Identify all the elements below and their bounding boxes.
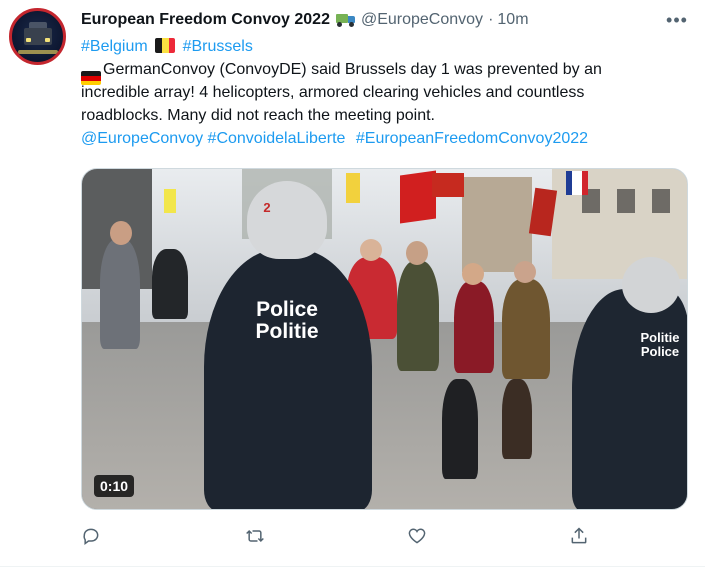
helmet-number: 2 <box>263 200 271 215</box>
police-vest-text-right: Politie Police <box>630 330 687 359</box>
separator-dot: · <box>488 11 494 28</box>
politie-label: Politie <box>255 320 319 344</box>
hashtag-brussels[interactable]: #Brussels <box>183 38 253 55</box>
tweet-actions-bar <box>81 526 601 550</box>
tweet-links-line: @EuropeConvoy #ConvoidelaLiberte #Europe… <box>81 127 681 150</box>
police-label: Police <box>256 298 318 321</box>
politie-label-right: Politie <box>640 330 680 345</box>
tweet[interactable]: European Freedom Convoy 2022 @EuropeConv… <box>0 0 705 567</box>
retweet-button[interactable] <box>245 526 267 548</box>
hashtag-belgium[interactable]: #Belgium <box>81 38 148 55</box>
reply-button[interactable] <box>81 526 103 548</box>
like-button[interactable] <box>407 526 429 548</box>
police-officer-right <box>572 289 687 509</box>
like-icon <box>408 528 426 544</box>
share-icon <box>571 527 587 544</box>
more-options-button[interactable]: ••• <box>664 7 690 33</box>
video-duration-badge: 0:10 <box>94 475 135 497</box>
police-label-right: Police <box>640 343 680 359</box>
belgium-flag-icon <box>155 38 176 53</box>
hashtag-convoidelaliberte[interactable]: #ConvoidelaLiberte <box>208 130 346 147</box>
hashtag-europeanfreedomconvoy2022[interactable]: #EuropeanFreedomConvoy2022 <box>356 130 588 147</box>
red-flag <box>400 170 436 224</box>
police-officer-left <box>204 249 372 509</box>
mention-europeconvoy[interactable]: @EuropeConvoy <box>81 130 203 147</box>
tweet-header: European Freedom Convoy 2022 @EuropeConv… <box>81 9 529 31</box>
more-dots-icon: ••• <box>666 10 688 30</box>
reply-icon <box>83 528 99 545</box>
tweet-hashtags-line: #Belgium #Brussels <box>81 35 681 58</box>
tweet-body-line-2: incredible array! 4 helicopters, armored… <box>81 84 585 101</box>
tweet-text: GermanConvoy (ConvoyDE) said Brussels da… <box>103 61 602 78</box>
user-handle[interactable]: @EuropeConvoy <box>361 11 483 29</box>
tweet-timestamp[interactable]: 10m <box>497 11 528 29</box>
share-button[interactable] <box>569 526 591 548</box>
display-name[interactable]: European Freedom Convoy 2022 <box>81 11 330 29</box>
tweet-body-line-3: roadblocks. Many did not reach the meeti… <box>81 107 435 124</box>
avatar[interactable] <box>9 8 66 65</box>
video-player[interactable]: 2 Police Politie Politie Police 0:10 <box>81 168 688 510</box>
police-vest-text: Police Politie <box>232 298 342 344</box>
retweet-icon <box>246 529 264 543</box>
truck-emoji-icon <box>335 13 356 27</box>
